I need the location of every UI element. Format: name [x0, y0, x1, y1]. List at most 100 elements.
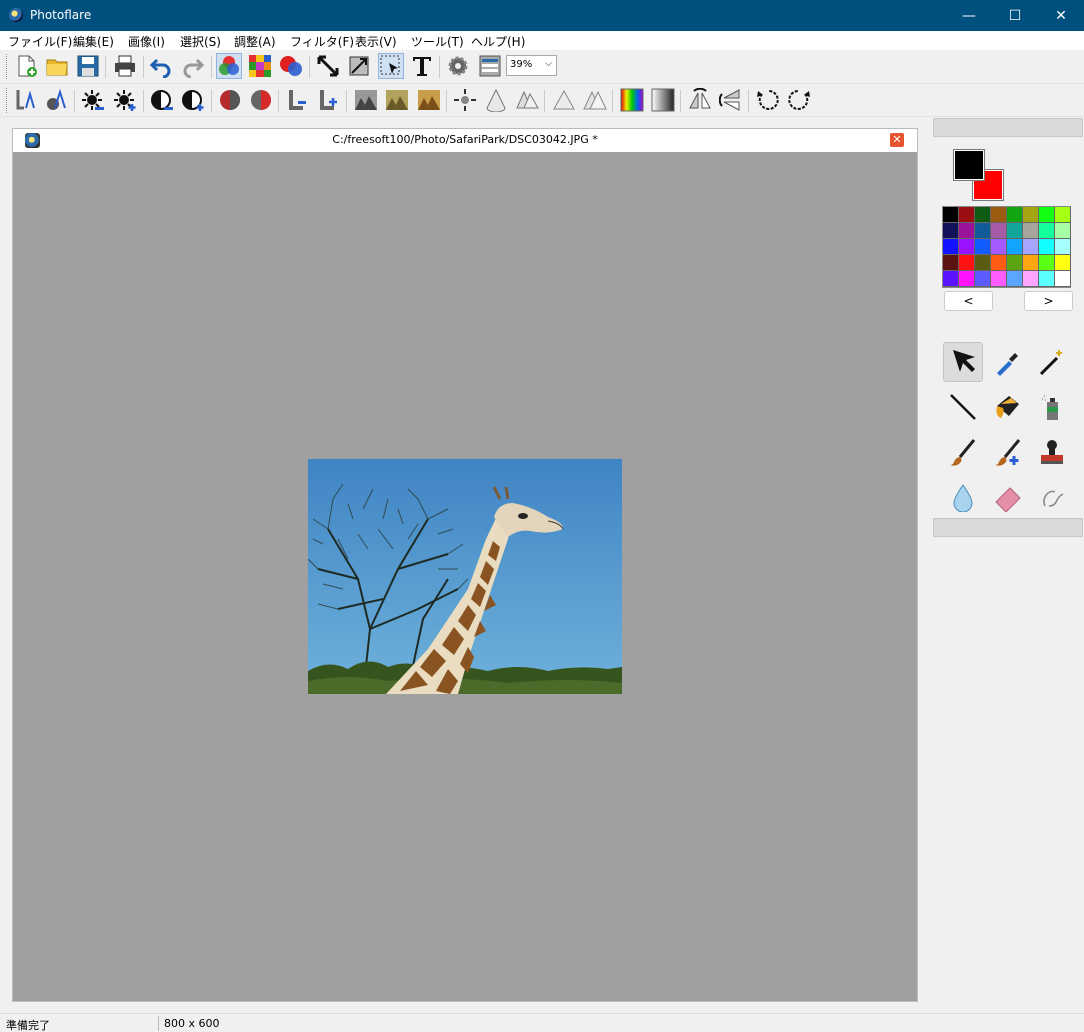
palette-panel-header[interactable]: [933, 118, 1083, 137]
minimize-button[interactable]: —: [946, 0, 992, 31]
flip-horizontal-icon[interactable]: [687, 87, 713, 113]
menu-adjust[interactable]: 調整(A): [234, 33, 276, 50]
sepia-filter-icon[interactable]: [416, 87, 442, 113]
palette-swatch[interactable]: [959, 239, 975, 255]
triangle-icon[interactable]: [551, 87, 577, 113]
gamma-down-icon[interactable]: [285, 87, 311, 113]
palette-swatch[interactable]: [1023, 255, 1039, 271]
gradient-gray-icon[interactable]: [650, 87, 676, 113]
menu-view[interactable]: 表示(V): [355, 33, 397, 50]
gamma-up-icon[interactable]: [316, 87, 342, 113]
palette-swatch[interactable]: [1007, 255, 1023, 271]
eyedropper-tool[interactable]: [988, 342, 1028, 382]
palette-swatch[interactable]: [959, 223, 975, 239]
menu-file[interactable]: ファイル(F): [8, 33, 72, 50]
palette-swatch[interactable]: [991, 223, 1007, 239]
close-button[interactable]: ✕: [1038, 0, 1084, 31]
palette-grid-icon[interactable]: [247, 53, 273, 79]
saturation-up-icon[interactable]: [248, 87, 274, 113]
palette-swatch[interactable]: [1007, 223, 1023, 239]
palette-swatch[interactable]: [943, 239, 959, 255]
layers-icon[interactable]: [477, 53, 503, 79]
undo-icon[interactable]: [148, 53, 174, 79]
foreground-color[interactable]: [953, 149, 985, 181]
palette-swatch[interactable]: [1023, 239, 1039, 255]
brightness-down-icon[interactable]: [80, 87, 106, 113]
blur-tool[interactable]: [943, 477, 983, 517]
menu-image[interactable]: 画像(I): [128, 33, 165, 50]
pixelate-icon[interactable]: [452, 87, 478, 113]
triangle-pair-icon[interactable]: [582, 87, 608, 113]
redo-icon[interactable]: [180, 53, 206, 79]
text-tool-icon[interactable]: [409, 53, 435, 79]
gradient-rainbow-icon[interactable]: [619, 87, 645, 113]
paint-bucket-tool[interactable]: [988, 387, 1028, 427]
palette-swatch[interactable]: [943, 207, 959, 223]
spray-tool[interactable]: [1032, 387, 1072, 427]
canvas-size-icon[interactable]: [346, 53, 372, 79]
settings-gear-icon[interactable]: [445, 53, 471, 79]
pointer-tool[interactable]: [943, 342, 983, 382]
auto-levels-icon[interactable]: [13, 87, 39, 113]
palette-prev-button[interactable]: <: [944, 291, 993, 311]
new-file-icon[interactable]: [13, 53, 39, 79]
maximize-button[interactable]: ☐: [992, 0, 1038, 31]
stamp-tool[interactable]: [1032, 432, 1072, 472]
palette-swatch[interactable]: [1039, 239, 1055, 255]
rotate-left-icon[interactable]: [755, 87, 781, 113]
palette-swatch[interactable]: [1055, 207, 1071, 223]
contrast-down-icon[interactable]: [149, 87, 175, 113]
palette-swatch[interactable]: [959, 271, 975, 287]
palette-swatch[interactable]: [943, 271, 959, 287]
rotate-right-icon[interactable]: [786, 87, 812, 113]
cone-pair-icon[interactable]: [514, 87, 540, 113]
saturation-down-icon[interactable]: [217, 87, 243, 113]
menu-filter[interactable]: フィルタ(F): [290, 33, 354, 50]
cone-icon[interactable]: [483, 87, 509, 113]
eraser-tool[interactable]: [988, 477, 1028, 517]
paintbrush-tool[interactable]: [943, 432, 983, 472]
toolbar-grip[interactable]: [6, 88, 9, 113]
grayscale-filter-icon[interactable]: [353, 87, 379, 113]
palette-swatch[interactable]: [959, 207, 975, 223]
open-folder-icon[interactable]: [44, 53, 70, 79]
palette-swatch[interactable]: [1023, 207, 1039, 223]
paintbrush-plus-tool[interactable]: [988, 432, 1028, 472]
palette-swatch[interactable]: [975, 239, 991, 255]
palette-swatch[interactable]: [1039, 255, 1055, 271]
brightness-up-icon[interactable]: [112, 87, 138, 113]
menu-help[interactable]: ヘルプ(H): [471, 33, 525, 50]
palette-swatch[interactable]: [1007, 239, 1023, 255]
line-tool[interactable]: [943, 387, 983, 427]
palette-swatch[interactable]: [1023, 271, 1039, 287]
toolbar-grip[interactable]: [6, 54, 9, 79]
resize-arrow-icon[interactable]: [315, 53, 341, 79]
palette-swatch[interactable]: [991, 271, 1007, 287]
palette-swatch[interactable]: [943, 255, 959, 271]
contrast-up-icon[interactable]: [180, 87, 206, 113]
palette-swatch[interactable]: [975, 255, 991, 271]
palette-swatch[interactable]: [991, 239, 1007, 255]
palette-swatch[interactable]: [1055, 239, 1071, 255]
document-close-button[interactable]: ✕: [890, 133, 904, 147]
giraffe-photo[interactable]: [308, 459, 622, 694]
palette-swatch[interactable]: [1055, 255, 1071, 271]
oil-paint-filter-icon[interactable]: [384, 87, 410, 113]
palette-swatch[interactable]: [975, 271, 991, 287]
flip-vertical-icon[interactable]: [718, 87, 744, 113]
save-icon[interactable]: [75, 53, 101, 79]
auto-contrast-icon[interactable]: [44, 87, 70, 113]
palette-swatch[interactable]: [1007, 207, 1023, 223]
palette-swatch[interactable]: [959, 255, 975, 271]
menu-tools[interactable]: ツール(T): [411, 33, 464, 50]
palette-swatch[interactable]: [943, 223, 959, 239]
selection-tool-icon[interactable]: [378, 53, 404, 79]
palette-next-button[interactable]: >: [1024, 291, 1073, 311]
palette-swatch[interactable]: [1039, 207, 1055, 223]
color-balance-icon[interactable]: [278, 53, 304, 79]
palette-swatch[interactable]: [975, 223, 991, 239]
tools-panel-footer[interactable]: [933, 518, 1083, 537]
zoom-select[interactable]: 39% ⌵: [506, 55, 557, 76]
menu-select[interactable]: 選択(S): [180, 33, 221, 50]
palette-swatch[interactable]: [1023, 223, 1039, 239]
